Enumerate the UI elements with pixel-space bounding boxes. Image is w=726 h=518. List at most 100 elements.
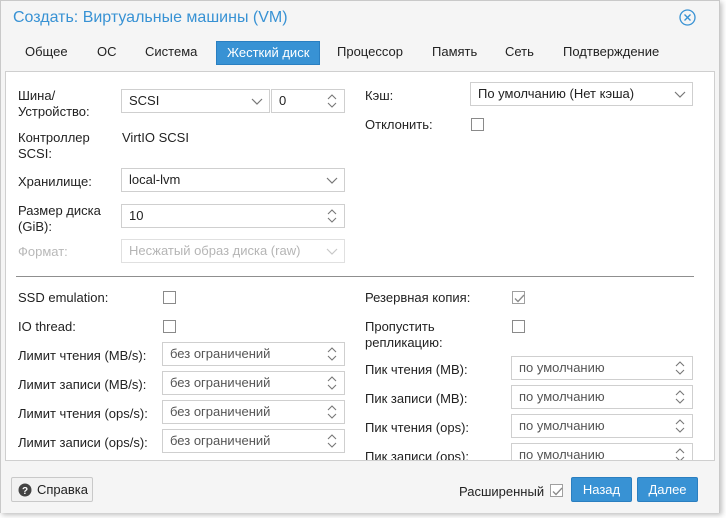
disk-size-input[interactable]: 10 [121,204,345,228]
close-icon[interactable] [679,9,696,26]
check-icon [514,294,525,303]
write-limit-ops-placeholder: без ограничений [170,433,271,448]
disk-size-value: 10 [129,208,144,223]
write-burst-ops-label: Пик записи (ops): [365,449,469,461]
spinner-icon[interactable] [320,205,344,227]
disk-size-label: Размер диска (GiB): [18,203,101,235]
storage-label: Хранилище: [18,174,92,189]
bus-select-value: SCSI [129,93,160,108]
read-limit-mb-input[interactable]: без ограничений [162,342,345,366]
create-vm-dialog: Создать: Виртуальные машины (VM) Общее О… [0,0,720,513]
help-button[interactable]: ? Справка [11,477,93,502]
spinner-icon[interactable] [668,415,692,437]
spinner-icon[interactable] [668,444,692,460]
chevron-down-icon[interactable] [668,83,692,105]
tab-hard-disk[interactable]: Жесткий диск [216,41,321,65]
back-button[interactable]: Назад [571,477,632,502]
skip-replication-label-line2: репликацию: [365,335,443,350]
spinner-icon[interactable] [668,386,692,408]
skip-replication-label: Пропустить репликацию: [365,319,443,351]
spinner-icon[interactable] [320,90,344,112]
read-burst-mb-input[interactable]: по умолчанию [511,356,693,380]
tab-confirm[interactable]: Подтверждение [553,41,669,65]
dialog-titlebar: Создать: Виртуальные машины (VM) [1,1,719,35]
tab-general[interactable]: Общее [15,41,78,65]
read-limit-ops-placeholder: без ограничений [170,404,271,419]
format-label: Формат: [18,244,68,259]
read-limit-ops-label: Лимит чтения (ops/s): [18,406,148,421]
wizard-tabs: Общее ОС Система Жесткий диск Процессор … [1,35,719,67]
storage-select-value: local-lvm [129,172,181,187]
check-icon [552,487,563,496]
disk-size-label-line1: Размер диска [18,203,101,218]
write-burst-mb-label: Пик записи (MB): [365,391,468,406]
tab-memory[interactable]: Память [422,41,487,65]
read-burst-mb-placeholder: по умолчанию [519,360,605,375]
write-burst-mb-placeholder: по умолчанию [519,389,605,404]
bus-device-label-line2: Устройство: [18,104,90,119]
cache-select-value: По умолчанию (Нет кэша) [478,86,635,101]
read-burst-ops-label: Пик чтения (ops): [365,420,470,435]
advanced-label: Расширенный [459,484,545,499]
discard-checkbox[interactable] [471,118,484,131]
cache-label: Кэш: [365,88,394,103]
discard-label: Отклонить: [365,117,433,132]
device-number-value: 0 [279,93,287,108]
spinner-icon[interactable] [320,430,344,452]
read-limit-mb-label: Лимит чтения (MB/s): [18,348,147,363]
write-limit-mb-placeholder: без ограничений [170,375,271,390]
write-limit-mb-input[interactable]: без ограничений [162,371,345,395]
next-button[interactable]: Далее [637,477,698,502]
ssd-emulation-label: SSD emulation: [18,290,109,305]
write-limit-ops-input[interactable]: без ограничений [162,429,345,453]
backup-checkbox[interactable] [512,291,525,304]
chevron-down-icon[interactable] [320,169,344,191]
help-icon: ? [18,483,32,497]
read-limit-mb-placeholder: без ограничений [170,346,271,361]
advanced-separator [16,276,694,277]
dialog-footer: ? Справка Расширенный Назад Далее [1,465,719,513]
write-burst-mb-input[interactable]: по умолчанию [511,385,693,409]
format-select-value: Несжатый образ диска (raw) [129,243,301,258]
read-burst-ops-placeholder: по умолчанию [519,418,605,433]
ssd-emulation-checkbox[interactable] [163,291,176,304]
spinner-icon[interactable] [668,357,692,379]
controller-label-line2: SCSI: [18,146,52,161]
bus-device-label-line1: Шина/ [18,88,56,103]
help-button-label: Справка [37,482,88,497]
tab-network[interactable]: Сеть [495,41,544,65]
chevron-down-icon[interactable] [245,90,269,112]
bus-device-label: Шина/ Устройство: [18,88,90,120]
write-limit-mb-label: Лимит записи (MB/s): [18,377,147,392]
hard-disk-panel: Шина/ Устройство: SCSI 0 Контроллер SCSI… [5,71,715,461]
write-burst-ops-placeholder: по умолчанию [519,447,605,461]
write-limit-ops-label: Лимит записи (ops/s): [18,435,148,450]
chevron-down-icon [320,240,344,262]
tab-cpu[interactable]: Процессор [327,41,413,65]
read-burst-ops-input[interactable]: по умолчанию [511,414,693,438]
skip-replication-checkbox[interactable] [512,320,525,333]
cache-select[interactable]: По умолчанию (Нет кэша) [470,82,693,106]
format-select: Несжатый образ диска (raw) [121,239,345,263]
bus-select[interactable]: SCSI [121,89,270,113]
svg-text:?: ? [22,486,28,497]
tab-os[interactable]: ОС [87,41,127,65]
io-thread-checkbox[interactable] [163,320,176,333]
dialog-title: Создать: Виртуальные машины (VM) [13,9,288,26]
advanced-checkbox[interactable] [550,484,563,497]
controller-label: Контроллер SCSI: [18,130,90,162]
controller-label-line1: Контроллер [18,130,90,145]
device-number-spinner[interactable]: 0 [271,89,345,113]
backup-label: Резервная копия: [365,290,471,305]
skip-replication-label-line1: Пропустить [365,319,435,334]
spinner-icon[interactable] [320,343,344,365]
disk-size-label-line2: (GiB): [18,219,52,234]
controller-value: VirtIO SCSI [122,130,189,145]
read-limit-ops-input[interactable]: без ограничений [162,400,345,424]
read-burst-mb-label: Пик чтения (MB): [365,362,468,377]
write-burst-ops-input[interactable]: по умолчанию [511,443,693,461]
tab-system[interactable]: Система [135,41,207,65]
storage-select[interactable]: local-lvm [121,168,345,192]
spinner-icon[interactable] [320,401,344,423]
spinner-icon[interactable] [320,372,344,394]
